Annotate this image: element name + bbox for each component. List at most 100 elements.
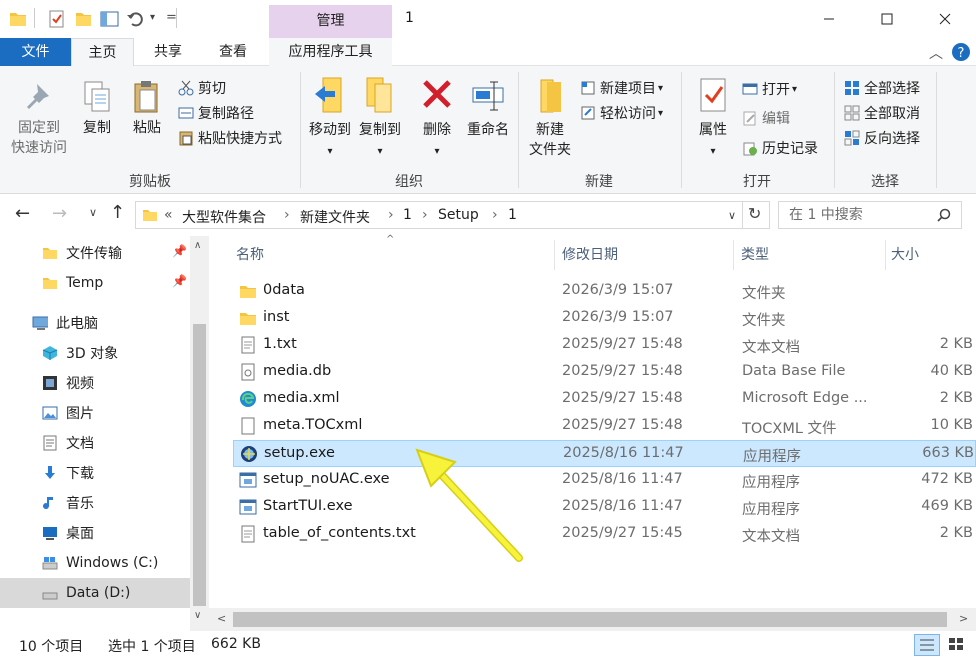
nav-item-drive-d[interactable]: Data (D:) [0, 578, 190, 608]
forward-arrow-icon[interactable]: → [52, 203, 67, 224]
paste-button[interactable]: 粘贴 [124, 80, 170, 138]
file-list: ^ 名称 修改日期 类型 大小 0data 2026/3/9 15:07 文件夹 in… [209, 234, 976, 631]
properties-button[interactable]: 属性 ▾ [688, 76, 738, 162]
table-row[interactable]: meta.TOCxml 2025/9/27 15:48 TOCXML 文件 10 KB [233, 413, 976, 440]
file-size: 40 KB [930, 363, 973, 379]
tab-app-tools[interactable]: 应用程序工具 [269, 38, 392, 66]
manage-context-tab[interactable]: 管理 [269, 5, 392, 38]
column-header-date[interactable]: 修改日期 [562, 244, 618, 264]
pin-icon[interactable]: 📌 [172, 274, 187, 288]
move-to-button[interactable]: 移动到 ▾ [304, 76, 356, 162]
select-all-button[interactable]: 全部选择 [844, 77, 920, 99]
scroll-thumb[interactable] [193, 324, 206, 606]
table-row[interactable]: 1.txt 2025/9/27 15:48 文本文档 2 KB [233, 332, 976, 359]
undo-icon[interactable] [126, 10, 146, 28]
file-type: 应用程序 [742, 502, 800, 518]
new-item-button[interactable]: 新建项目 ▾ [580, 77, 663, 99]
invert-selection-label: 反向选择 [864, 131, 920, 147]
breadcrumb-item[interactable]: 1 [403, 207, 412, 223]
maximize-button[interactable] [858, 0, 916, 38]
delete-button[interactable]: 删除 ▾ [414, 76, 460, 162]
nav-item-3d-objects[interactable]: 3D 对象 [0, 338, 190, 368]
breadcrumb-item[interactable]: Setup [438, 207, 479, 223]
scroll-left-icon[interactable]: < [217, 612, 226, 625]
copy-path-button[interactable]: 复制路径 [178, 102, 254, 124]
tab-home[interactable]: 主页 [71, 38, 134, 67]
back-arrow-icon[interactable]: ← [15, 203, 30, 224]
refresh-icon[interactable]: ↻ [748, 204, 761, 223]
open-button[interactable]: 打开 ▾ [742, 78, 797, 100]
table-row[interactable]: media.xml 2025/9/27 15:48 Microsoft Edge .… [233, 386, 976, 413]
ribbon: 固定到 快速访问 复制 粘贴 剪切 复制路径 粘贴快捷方式 剪贴板 移动到 ▾ 复… [0, 66, 976, 194]
horizontal-scrollbar[interactable]: < > [209, 608, 976, 631]
copy-to-button[interactable]: 复制到 ▾ [354, 76, 406, 162]
new-folder-button[interactable]: 新建 文件夹 [524, 76, 576, 160]
invert-selection-button[interactable]: 反向选择 [844, 127, 920, 149]
table-row[interactable]: setup.exe 2025/8/16 11:47 应用程序 663 KB [233, 440, 976, 467]
breadcrumb-item[interactable]: 1 [508, 207, 517, 223]
copy-button[interactable]: 复制 [74, 80, 120, 138]
table-row[interactable]: StartTUI.exe 2025/8/16 11:47 应用程序 469 KB [233, 494, 976, 521]
scroll-right-icon[interactable]: > [959, 612, 968, 625]
search-placeholder: 在 1 中搜索 [789, 207, 863, 223]
scroll-up-icon[interactable]: ∧ [194, 240, 201, 251]
table-row[interactable]: 0data 2026/3/9 15:07 文件夹 [233, 278, 976, 305]
column-header-size[interactable]: 大小 [891, 244, 919, 264]
easy-access-button[interactable]: 轻松访问 ▾ [580, 102, 663, 124]
nav-item-downloads[interactable]: 下载 [0, 458, 190, 488]
nav-item-temp[interactable]: Temp 📌 [0, 268, 190, 298]
recent-locations-icon[interactable]: ∨ [89, 206, 97, 219]
nav-item-label: 文件传输 [66, 246, 122, 262]
new-folder-qa-icon[interactable] [74, 10, 92, 28]
folder-icon [10, 13, 26, 26]
select-none-button[interactable]: 全部取消 [844, 102, 920, 124]
nav-item-desktop[interactable]: 桌面 [0, 518, 190, 548]
nav-item-file-transfer[interactable]: 文件传输 📌 [0, 238, 190, 268]
navigation-pane: 文件传输 📌 Temp 📌 此电脑 3D 对象 视频 图片 文档 下载 音乐 桌… [0, 236, 209, 631]
pin-icon[interactable]: 📌 [172, 244, 187, 258]
tab-file[interactable]: 文件 [0, 38, 71, 66]
nav-item-pictures[interactable]: 图片 [0, 398, 190, 428]
paste-label: 粘贴 [133, 120, 161, 136]
minimize-button[interactable] [800, 0, 858, 38]
scroll-down-icon[interactable]: ∨ [194, 610, 201, 621]
cut-button[interactable]: 剪切 [178, 77, 226, 99]
up-arrow-icon[interactable]: ↑ [110, 202, 125, 223]
clipboard-group-label: 剪贴板 [129, 174, 171, 190]
pin-quick-access-button[interactable]: 固定到 快速访问 [8, 80, 70, 158]
nav-item-documents[interactable]: 文档 [0, 428, 190, 458]
nav-pane-scrollbar[interactable]: ∧ ∨ [190, 236, 209, 631]
table-row[interactable]: inst 2026/3/9 15:07 文件夹 [233, 305, 976, 332]
tab-view[interactable]: 查看 [201, 38, 265, 66]
properties-check-icon[interactable] [48, 10, 66, 28]
search-input[interactable]: 在 1 中搜索 [778, 201, 962, 229]
qa-dropdown-icon[interactable]: ▾ [150, 12, 155, 23]
drive-icon [42, 592, 58, 600]
details-view-button[interactable] [914, 634, 940, 656]
column-header-type[interactable]: 类型 [741, 244, 769, 264]
address-dropdown-icon[interactable]: ∨ [728, 209, 736, 222]
close-button[interactable] [916, 0, 974, 38]
address-bar[interactable]: « 大型软件集合 › 新建文件夹 › 1 › Setup › 1 ∨ ↻ [135, 201, 770, 229]
rename-button[interactable]: 重命名 [462, 76, 514, 140]
collapse-ribbon-icon[interactable]: ︿ [929, 43, 943, 63]
breadcrumb-overflow[interactable]: « [164, 207, 173, 223]
tab-share[interactable]: 共享 [137, 38, 199, 66]
paste-shortcut-button[interactable]: 粘贴快捷方式 [178, 127, 282, 149]
nav-item-music[interactable]: 音乐 [0, 488, 190, 518]
breadcrumb-item[interactable]: 大型软件集合 [182, 207, 266, 227]
column-header-name[interactable]: 名称 [236, 244, 264, 264]
nav-item-drive-c[interactable]: Windows (C:) [0, 548, 190, 578]
table-row[interactable]: media.db 2025/9/27 15:48 Data Base File 40 … [233, 359, 976, 386]
breadcrumb-item[interactable]: 新建文件夹 [300, 207, 370, 227]
large-icons-view-button[interactable] [944, 634, 970, 656]
scroll-thumb[interactable] [233, 612, 947, 627]
nav-item-this-pc[interactable]: 此电脑 [0, 308, 190, 338]
table-row[interactable]: table_of_contents.txt 2025/9/27 15:45 文本文档… [233, 521, 976, 548]
table-row[interactable]: setup_noUAC.exe 2025/8/16 11:47 应用程序 472 KB [233, 467, 976, 494]
edit-button[interactable]: 编辑 [742, 107, 790, 129]
nav-item-videos[interactable]: 视频 [0, 368, 190, 398]
view-pane-icon[interactable] [100, 10, 120, 28]
help-icon[interactable]: ? [951, 42, 971, 62]
history-button[interactable]: 历史记录 [742, 137, 818, 159]
